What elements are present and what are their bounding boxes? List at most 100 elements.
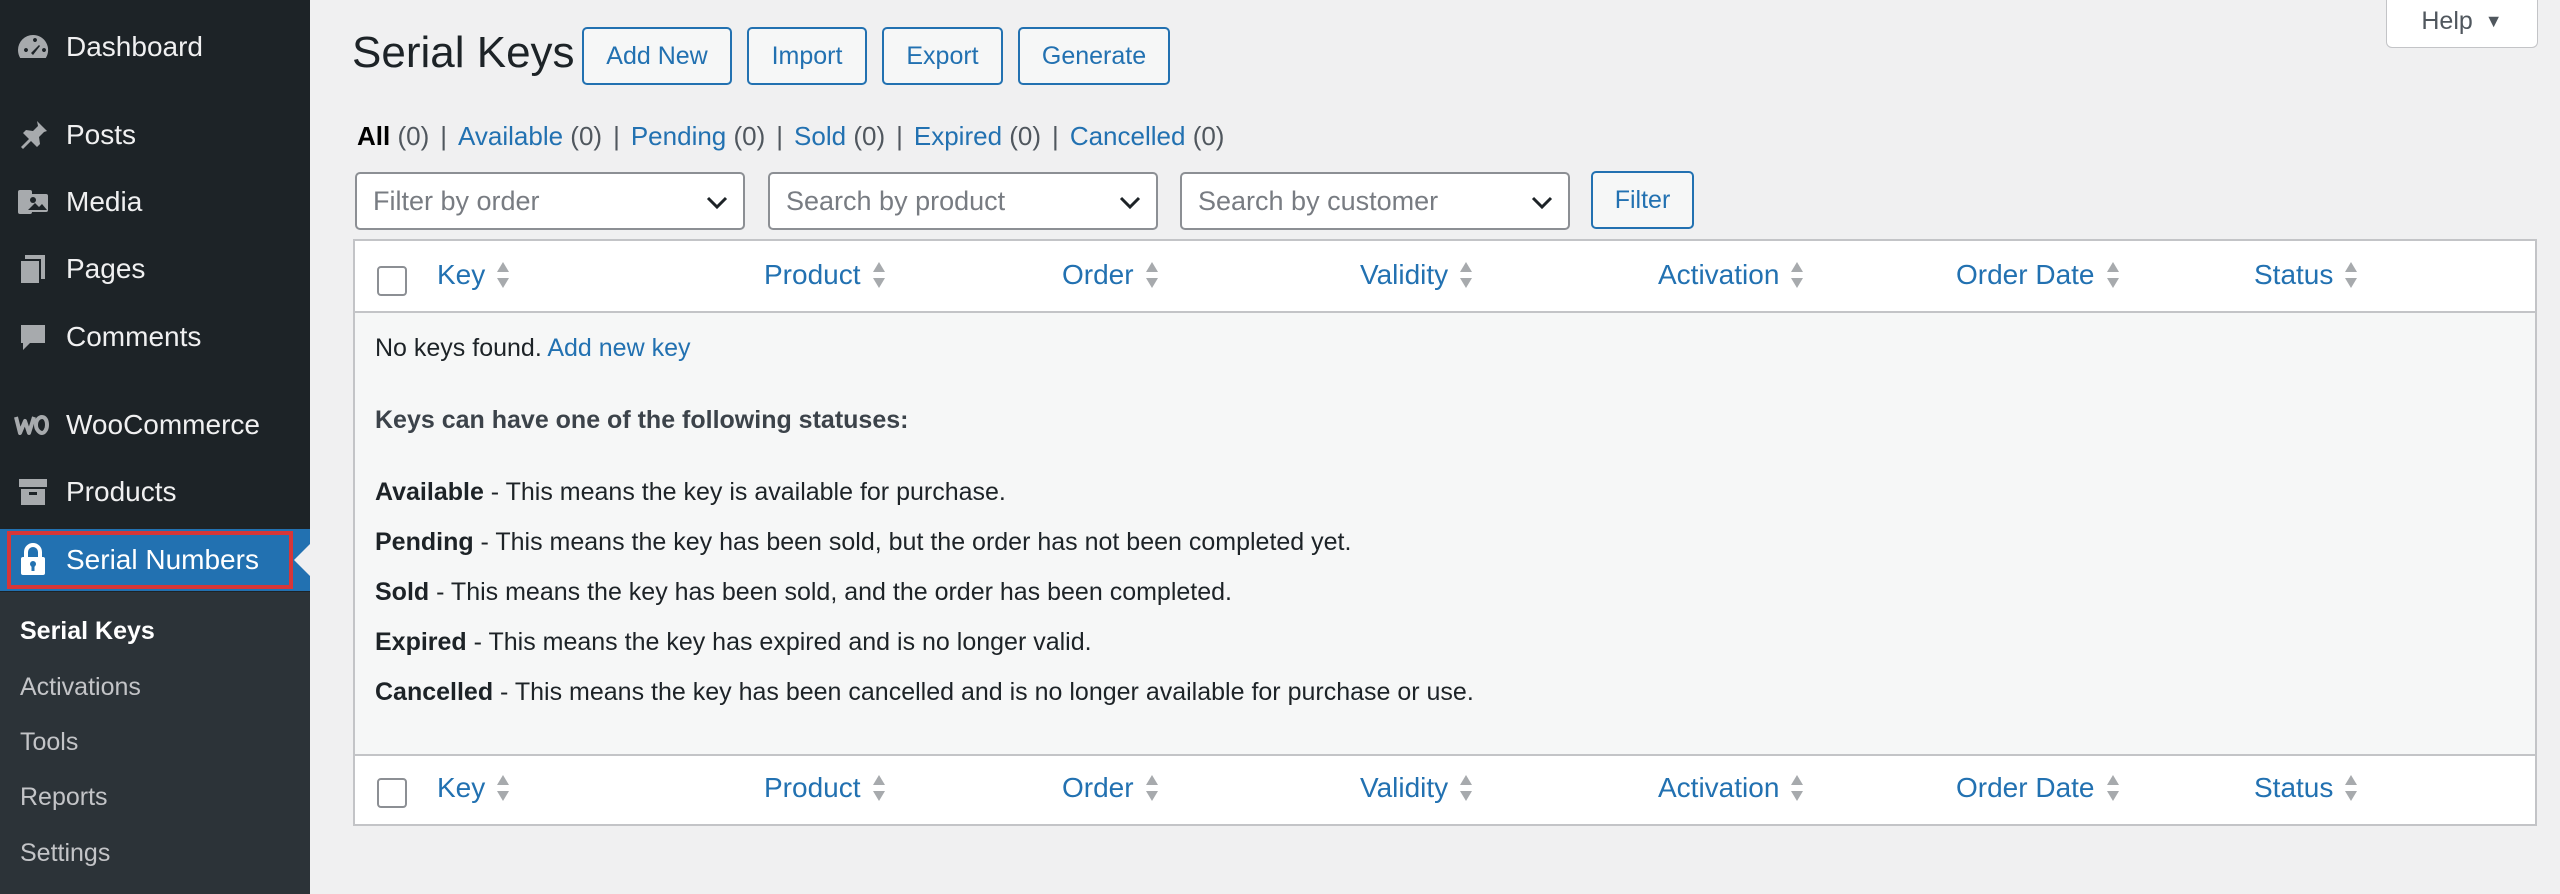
status-link-available[interactable]: Available [458,121,563,151]
sidebar-item-pages[interactable]: Pages [0,238,310,300]
page-title: Serial Keys [352,28,575,77]
sidebar-item-products[interactable]: Products [0,461,310,523]
sidebar-item-comments[interactable]: Comments [0,306,310,368]
column-status[interactable]: Status [2254,772,2359,804]
export-button[interactable]: Export [882,27,1003,85]
add-new-button[interactable]: Add New [582,27,732,85]
chevron-down-icon [1531,196,1553,210]
dashboard-icon [0,32,66,62]
column-order-date[interactable]: Order Date [1956,772,2121,804]
status-link-cancelled[interactable]: Cancelled [1070,121,1186,151]
admin-sidebar: Dashboard Posts Media Pages Comments Woo… [0,0,310,894]
comments-icon [0,321,66,353]
select-all-checkbox[interactable] [377,778,407,808]
status-link-all[interactable]: All [357,121,390,151]
chevron-down-icon [706,196,728,210]
sort-icon [497,775,510,801]
serial-keys-table: Key Product Order Validity Activation Or… [353,239,2537,826]
filter-button[interactable]: Filter [1591,171,1694,229]
submenu-activations[interactable]: Activations [20,673,141,702]
submenu-settings[interactable]: Settings [20,839,110,868]
separator: | [440,121,448,151]
status-count: (0) [853,121,886,151]
sidebar-item-label: Pages [66,253,146,284]
status-description-cancelled: Cancelled - This means the key has been … [375,678,1474,706]
column-order-date[interactable]: Order Date [1956,259,2121,291]
sort-icon [2345,262,2358,288]
sort-icon [1791,775,1804,801]
separator: | [613,121,620,151]
pin-icon [0,119,66,151]
sidebar-item-label: Media [66,186,143,217]
import-button[interactable]: Import [747,27,867,85]
chevron-down-icon [1119,196,1141,210]
sort-icon [1460,775,1473,801]
sort-icon [1145,775,1158,801]
sidebar-item-label: Products [66,476,177,507]
generate-button[interactable]: Generate [1018,27,1170,85]
submenu-tools[interactable]: Tools [20,728,78,757]
status-count: (0) [733,121,766,151]
separator: | [1052,121,1059,151]
help-tab[interactable]: Help ▼ [2386,0,2538,48]
table-footer-row: Key Product Order Validity Activation Or… [355,754,2535,824]
sort-icon [872,262,885,288]
status-link-pending[interactable]: Pending [631,121,726,151]
status-count: (0) [570,121,603,151]
column-key[interactable]: Key [437,772,511,804]
column-validity[interactable]: Validity [1360,772,1474,804]
add-new-key-link[interactable]: Add new key [547,334,690,362]
status-link-sold[interactable]: Sold [794,121,846,151]
select-placeholder: Search by product [786,185,1006,216]
empty-message: No keys found. Add new key [375,334,690,363]
status-count: (0) [1009,121,1042,151]
status-count: (0) [1192,121,1225,151]
column-activation[interactable]: Activation [1658,259,1805,291]
filter-by-order-select[interactable]: Filter by order [355,172,745,230]
sidebar-item-label: Comments [66,321,202,352]
select-placeholder: Search by customer [1198,185,1439,216]
table-header-row: Key Product Order Validity Activation Or… [355,241,2535,313]
sidebar-item-media[interactable]: Media [0,171,310,233]
column-key[interactable]: Key [437,259,511,291]
sort-icon [2345,775,2358,801]
column-activation[interactable]: Activation [1658,772,1805,804]
column-status[interactable]: Status [2254,259,2359,291]
sidebar-item-serial-numbers[interactable]: Serial Numbers [0,529,310,591]
submenu-serial-keys[interactable]: Serial Keys [20,617,155,646]
sort-icon [2106,262,2119,288]
column-order[interactable]: Order [1062,259,1160,291]
status-description-sold: Sold - This means the key has been sold,… [375,578,1232,606]
current-menu-arrow [294,544,310,576]
caret-down-icon: ▼ [2484,11,2503,31]
column-product[interactable]: Product [764,259,887,291]
column-order[interactable]: Order [1062,772,1160,804]
sidebar-item-posts[interactable]: Posts [0,104,310,166]
separator: | [896,121,903,151]
select-all-checkbox[interactable] [377,266,407,296]
separator: | [776,121,784,151]
status-link-expired[interactable]: Expired [914,121,1002,151]
search-by-customer-select[interactable]: Search by customer [1180,172,1570,230]
woocommerce-icon [0,413,66,437]
sidebar-item-woocommerce[interactable]: WooCommerce [0,394,310,456]
submenu-reports[interactable]: Reports [20,783,108,812]
sort-icon [497,262,510,288]
status-filter-links: All (0) | Available (0) | Pending (0) | Sold (… [357,121,1224,152]
lock-icon [0,543,66,577]
column-validity[interactable]: Validity [1360,259,1474,291]
status-description-pending: Pending - This means the key has been so… [375,528,1352,556]
sidebar-item-dashboard[interactable]: Dashboard [0,16,310,78]
statuses-heading: Keys can have one of the following statu… [375,406,909,434]
serial-numbers-submenu: Serial Keys Activations Tools Reports Se… [0,592,310,894]
sort-icon [1791,262,1804,288]
sidebar-item-label: Posts [66,119,137,150]
search-by-product-select[interactable]: Search by product [768,172,1158,230]
no-keys-text: No keys found. [375,334,542,362]
column-product[interactable]: Product [764,772,887,804]
status-count: (0) [397,121,430,151]
archive-icon [0,477,66,507]
sidebar-item-label: Dashboard [66,31,203,62]
sort-icon [1145,262,1158,288]
help-label: Help [2421,7,2473,35]
